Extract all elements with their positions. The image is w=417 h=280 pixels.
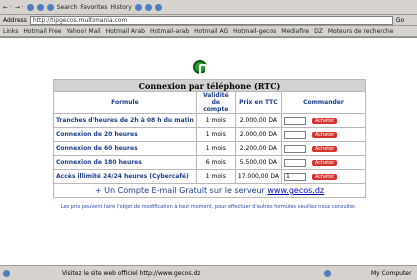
back-button[interactable]: ← · [3, 4, 12, 11]
quantity-input[interactable]: 1 [283, 172, 306, 181]
link-yahoo-mail[interactable]: Yahoo! Mail [66, 28, 100, 35]
go-button[interactable]: Go [396, 17, 404, 24]
address-bar: Address http://tipgecos.multimania.com G… [0, 15, 417, 26]
link-search-engines[interactable]: Moteurs de recherche [328, 28, 394, 35]
order-cell: Acheter [280, 113, 367, 128]
order-cell: 1 Acheter [280, 169, 367, 184]
browser-toolbar: ← · → · Search Favorites History [0, 0, 417, 15]
offer-price: 17.000,00 DA [234, 169, 282, 184]
offer-validity: 1 mois [195, 113, 236, 128]
order-cell: Acheter [280, 141, 367, 156]
gecos-logo [193, 60, 207, 75]
forward-button[interactable]: → · [15, 4, 24, 11]
header-validite: Validité de compte [195, 91, 236, 114]
offer-name: Tranches d'heures de 2h à 08 h du matin [53, 113, 197, 128]
buy-button[interactable]: Acheter [311, 173, 338, 180]
address-label: Address [3, 16, 27, 24]
links-bar: Links Hotmail Free Yahoo! Mail Hotmail A… [0, 26, 417, 37]
search-button[interactable]: Search [57, 4, 78, 11]
home-icon[interactable] [46, 3, 54, 11]
promo-text: + Un Compte E-mail Gratuit sur le serveu… [94, 186, 265, 195]
offer-price: 5.500,00 DA [234, 155, 282, 170]
status-text: Visitez le site web officiel http://www.… [62, 269, 201, 277]
history-button[interactable]: History [110, 4, 131, 11]
computer-icon [324, 269, 331, 277]
offer-name: Connexion de 60 heures [53, 141, 197, 156]
link-hotmail-free[interactable]: Hotmail Free [23, 28, 61, 35]
offer-validity: 1 mois [195, 141, 236, 156]
link-hotmail-arab[interactable]: Hotmail Arab [106, 28, 145, 35]
buy-button[interactable]: Acheter [311, 131, 338, 138]
header-formule: Formule [53, 91, 197, 114]
order-cell: Acheter [280, 155, 367, 170]
link-mediafire[interactable]: Mediafire [281, 28, 309, 35]
quantity-input[interactable] [283, 116, 306, 125]
security-zone: My Computer [371, 269, 412, 277]
link-hotmail-ag[interactable]: Hotmail AG [194, 28, 228, 35]
refresh-icon[interactable] [36, 3, 44, 11]
offer-validity: 1 mois [195, 127, 236, 142]
link-dz[interactable]: DZ [314, 28, 323, 35]
quantity-input[interactable] [283, 158, 306, 167]
offer-price: 2.200,00 DA [234, 141, 282, 156]
quantity-input[interactable] [283, 144, 306, 153]
print-icon[interactable] [144, 3, 152, 11]
buy-button[interactable]: Acheter [311, 159, 338, 166]
favorites-button[interactable]: Favorites [80, 4, 107, 11]
order-cell: Acheter [280, 127, 367, 142]
table-row: Tranches d'heures de 2h à 08 h du matin … [53, 113, 367, 128]
offer-validity: 1 mois [195, 169, 236, 184]
offer-price: 2.000,00 DA [234, 113, 282, 128]
link-hotmail-gecos[interactable]: Hotmail-gecos [233, 28, 276, 35]
offer-validity: 6 mois [195, 155, 236, 170]
offer-name: Connexion de 180 heures [53, 155, 197, 170]
buy-button[interactable]: Acheter [311, 117, 338, 124]
page-content: Connexion par téléphone (RTC) Formule Va… [0, 37, 417, 265]
links-label: Links [3, 27, 19, 35]
mail-icon[interactable] [134, 3, 142, 11]
table-header-row: Formule Validité de compte Prix en TTC C… [53, 91, 367, 114]
header-prix: Prix en TTC [234, 91, 282, 114]
pricing-table: Connexion par téléphone (RTC) Formule Va… [53, 79, 367, 198]
quantity-input[interactable] [283, 130, 306, 139]
status-bar: Visitez le site web officiel http://www.… [0, 265, 417, 280]
table-row: Connexion de 60 heures 1 mois 2.200,00 D… [53, 141, 367, 156]
header-commander: Commander [280, 91, 367, 114]
page-icon [3, 269, 10, 277]
offer-name: Accès illimité 24/24 heures (Cybercafé) [53, 169, 197, 184]
offer-price: 2.000,00 DA [234, 127, 282, 142]
page-title: Connexion par téléphone (RTC) [53, 79, 366, 91]
address-input[interactable]: http://tipgecos.multimania.com [29, 15, 393, 25]
table-row: Connexion de 180 heures 6 mois 5.500,00 … [53, 155, 367, 170]
price-notice: Les prix peuvent faire l'objet de modifi… [60, 204, 357, 210]
table-row: Connexion de 20 heures 1 mois 2.000,00 D… [53, 127, 367, 142]
table-row: Accès illimité 24/24 heures (Cybercafé) … [53, 169, 367, 184]
promo-cell: + Un Compte E-mail Gratuit sur le serveu… [53, 183, 366, 198]
link-hotmail-arab-2[interactable]: Hotmail-arab [150, 28, 189, 35]
promo-link[interactable]: www.gecos.dz [267, 186, 324, 195]
buy-button[interactable]: Acheter [311, 145, 338, 152]
stop-icon[interactable] [26, 3, 34, 11]
offer-name: Connexion de 20 heures [53, 127, 197, 142]
promo-row: + Un Compte E-mail Gratuit sur le serveu… [53, 183, 366, 198]
edit-icon[interactable] [154, 3, 162, 11]
